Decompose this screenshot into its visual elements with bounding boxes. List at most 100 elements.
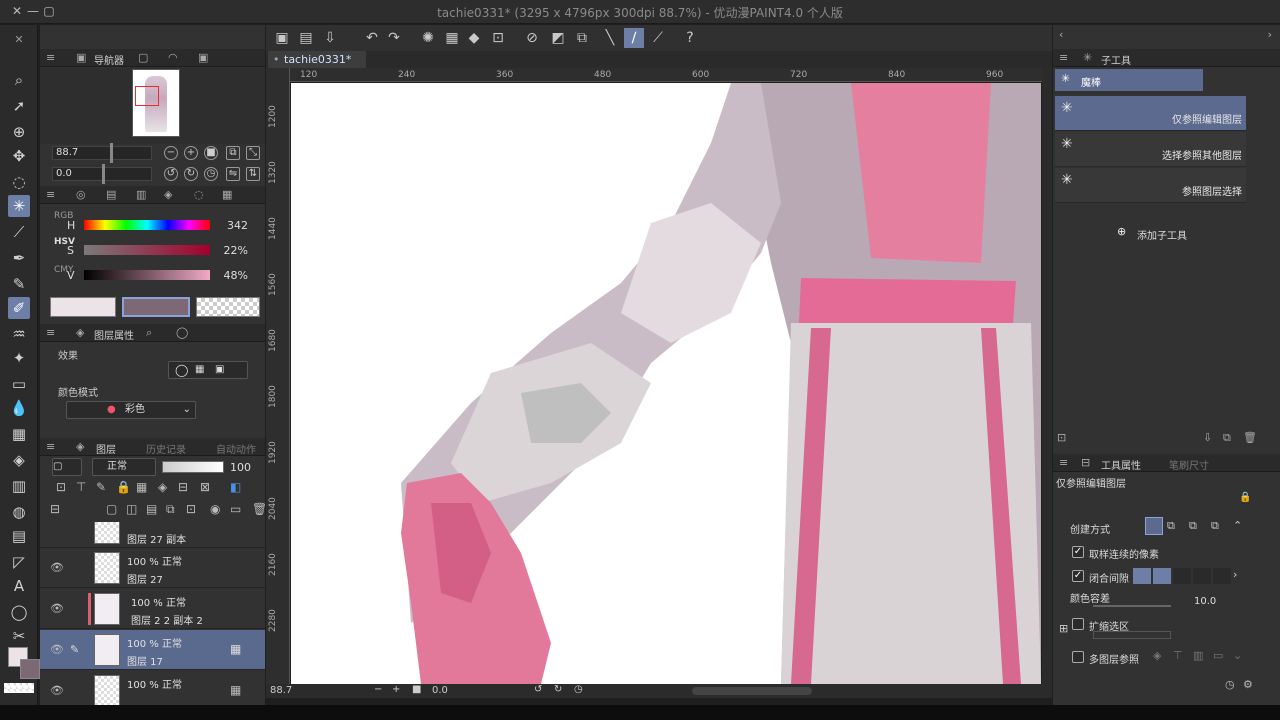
opacity-value[interactable]: 100 — [230, 461, 251, 474]
lock-layer-icon[interactable]: 🔒 — [116, 480, 131, 494]
hue-slider[interactable] — [84, 220, 210, 230]
layer-row-selected[interactable]: 👁 ✎ 100 % 正常 图层 17 ▦ — [40, 630, 265, 670]
ruler-tool-icon[interactable]: ◸ — [8, 551, 30, 573]
color-wheel-tab-icon[interactable]: ◎ — [76, 188, 86, 201]
blend-tool-icon[interactable]: 💧 — [8, 397, 30, 419]
intermediate-color-tab-icon[interactable]: ◈ — [164, 188, 172, 201]
figure-tool-icon[interactable]: ▦ — [8, 423, 30, 445]
layer-color-toggle-icon[interactable]: ◧ — [230, 480, 241, 494]
item-bank-tab-icon[interactable]: ▣ — [198, 51, 208, 64]
delete-layer-icon[interactable]: 🗑 — [252, 502, 267, 516]
gap-level[interactable] — [1213, 568, 1231, 584]
tolerance-slider[interactable] — [1093, 605, 1171, 607]
navigator-thumbnail[interactable] — [132, 69, 180, 137]
lasso-tool-icon[interactable]: ◌ — [8, 171, 30, 193]
balloon-tool-icon[interactable]: ◯ — [8, 601, 30, 623]
operation-tool-icon[interactable]: ➚ — [8, 95, 30, 117]
panel-settings-icon[interactable]: ⊟ — [50, 502, 60, 516]
layer-color-select[interactable]: ▢ — [52, 458, 82, 476]
auto-action-tab[interactable]: 自动动作 — [216, 441, 256, 456]
collapse-right-icon[interactable]: › — [1268, 28, 1272, 41]
save-icon[interactable]: ⇩ — [320, 28, 340, 48]
open-file-icon[interactable]: ▤ — [296, 28, 316, 48]
multi-ref-options[interactable]: ◈ ⊤ ▥ ▭ ⌄ — [1153, 649, 1243, 665]
subtool-item-reference-layer[interactable]: ✳ 参照图层选择 — [1055, 168, 1246, 203]
lock-icon[interactable]: 🔒 — [1239, 492, 1251, 503]
reference-layer-icon[interactable]: ⊤ — [76, 480, 86, 494]
zoom-slider-handle[interactable] — [110, 143, 113, 163]
panel-menu-icon[interactable]: ≡ — [46, 440, 55, 453]
gap-level[interactable] — [1133, 568, 1151, 584]
reset-rotation-icon[interactable]: ◷ — [204, 167, 218, 181]
transfer-down-icon[interactable]: ⧉ — [166, 502, 175, 517]
help-icon[interactable]: ? — [680, 28, 700, 48]
draft-layer-icon[interactable]: ✎ — [96, 480, 106, 494]
main-color-swatch[interactable] — [20, 659, 40, 679]
rotate-left-icon[interactable]: ↺ — [164, 167, 178, 181]
reference-layer-icon[interactable]: ⊤ — [1173, 649, 1183, 662]
folder-icon[interactable]: ▭ — [1213, 649, 1223, 662]
gap-level[interactable] — [1153, 568, 1171, 584]
mask-enable-icon[interactable]: ◈ — [158, 480, 167, 494]
snap-special-ruler-icon[interactable]: ∕ — [624, 28, 644, 48]
value-slider[interactable] — [84, 270, 210, 280]
color-slider-tab-icon[interactable]: ▤ — [106, 188, 116, 201]
value-value[interactable]: 48% — [216, 269, 248, 282]
zoom-in-icon[interactable]: + — [184, 146, 198, 160]
animation-tab-icon[interactable]: ◯ — [176, 326, 188, 339]
blend-mode-dropdown[interactable]: 正常 — [92, 458, 156, 476]
reset-settings-icon[interactable]: ◷ — [1225, 678, 1235, 691]
approximate-color-tab-icon[interactable]: ◌ — [194, 188, 204, 201]
hue-value[interactable]: 342 — [216, 219, 248, 232]
magic-wand-tool-icon[interactable]: ✳ — [8, 195, 30, 217]
delete-subtool-icon[interactable]: 🗑 — [1243, 431, 1257, 444]
copy-subtool-icon[interactable]: ⇩ — [1203, 431, 1212, 444]
ruler-display-icon[interactable]: ⊟ — [178, 480, 188, 494]
chevron-icon[interactable]: ⌃ — [1233, 519, 1242, 532]
text-tool-icon[interactable]: A — [8, 575, 30, 597]
eye-icon[interactable]: 👁 — [50, 602, 64, 615]
panel-menu-icon[interactable]: ≡ — [46, 188, 55, 201]
info-tab-icon[interactable]: ◠ — [168, 51, 178, 64]
chevron-icon[interactable]: ⌄ — [1233, 649, 1242, 662]
saturation-slider[interactable] — [84, 245, 210, 255]
panel-menu-icon[interactable]: ≡ — [46, 51, 55, 64]
chevron-right-icon[interactable]: › — [1233, 568, 1237, 581]
effect-buttons[interactable]: ◯ ▦ ▣ — [168, 361, 248, 379]
layer-row[interactable]: 图层 27 副本 — [40, 522, 265, 548]
status-zoom[interactable]: 88.7 — [270, 685, 292, 696]
new-folder-icon[interactable]: ▤ — [146, 502, 157, 516]
merge-down-icon[interactable]: ⊡ — [186, 502, 196, 516]
wrench-icon[interactable]: ⚙ — [1243, 678, 1253, 691]
expand-slider[interactable] — [1093, 631, 1171, 639]
pencil-tool-icon[interactable]: ✎ — [8, 273, 30, 295]
fill-tool-icon[interactable]: ◈ — [8, 449, 30, 471]
drawing-canvas[interactable] — [291, 83, 1041, 684]
transparent-color-preview[interactable] — [196, 297, 260, 317]
move-tool-icon[interactable]: ✥ — [8, 145, 30, 167]
layer-row[interactable]: 👁 100 % 正常 图层 27 — [40, 548, 265, 588]
flip-horizontal-icon[interactable]: ⇋ — [226, 167, 240, 181]
actual-size-icon[interactable]: ⧉ — [226, 146, 240, 160]
multi-ref-checkbox[interactable] — [1072, 651, 1084, 663]
document-tab[interactable]: • tachie0331* — [268, 51, 366, 68]
crop-icon[interactable]: ⧉ — [572, 28, 592, 48]
panel-menu-icon[interactable]: ≡ — [46, 326, 55, 339]
add-selection-icon[interactable]: ⧉ — [1167, 519, 1175, 533]
mask-apply-icon[interactable]: ▭ — [230, 502, 241, 516]
brush-tool-icon[interactable]: ✐ — [8, 297, 30, 319]
reset-rotation-icon[interactable]: ◷ — [574, 684, 583, 695]
new-vector-layer-icon[interactable]: ◫ — [126, 502, 137, 516]
deselect-icon[interactable]: ⊘ — [522, 28, 542, 48]
clear-icon[interactable]: ▦ — [442, 28, 462, 48]
invert-selection-icon[interactable]: ◩ — [548, 28, 568, 48]
palette-color-icon[interactable]: ⊠ — [200, 480, 210, 494]
airbrush-tool-icon[interactable]: ♒ — [8, 323, 30, 345]
fit-navigator-icon[interactable]: ⤡ — [246, 146, 260, 160]
close-gap-checkbox[interactable]: ✓ — [1072, 570, 1084, 582]
lock-transparent-icon[interactable]: ▦ — [136, 480, 147, 494]
view-rectangle[interactable] — [135, 86, 159, 106]
shape-tool-icon[interactable]: ◍ — [8, 501, 30, 523]
vertical-scrollbar[interactable] — [1042, 68, 1052, 684]
layer-row[interactable]: 👁 100 % 正常 ▦ — [40, 671, 265, 705]
